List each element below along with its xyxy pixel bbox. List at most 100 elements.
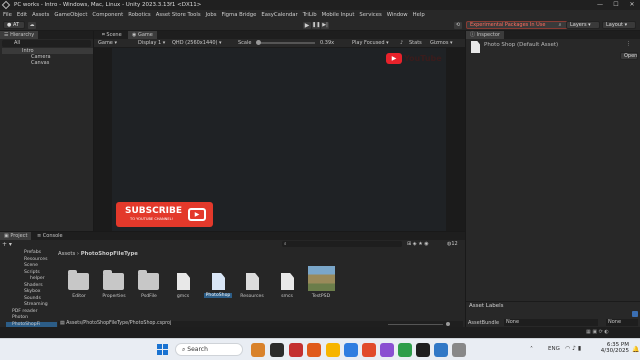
- breadcrumb-assets[interactable]: Assets: [58, 251, 75, 257]
- menu-edit[interactable]: Edit: [17, 12, 27, 18]
- language-indicator[interactable]: ENG: [548, 346, 560, 352]
- step-icon[interactable]: ▶|: [321, 22, 329, 29]
- tab-hierarchy[interactable]: ☰ Hierarchy: [0, 31, 39, 39]
- taskbar-app-icon[interactable]: [251, 343, 265, 357]
- taskbar-app-icon[interactable]: [326, 343, 340, 357]
- tab-project[interactable]: ▣ Project: [0, 232, 32, 240]
- subscribe-play-icon: ▶: [188, 208, 206, 221]
- folder-icon[interactable]: [103, 270, 124, 290]
- youtube-play-icon: ▶: [386, 53, 402, 64]
- menu-file[interactable]: File: [3, 12, 12, 18]
- project-search-input[interactable]: ⌕: [282, 241, 402, 247]
- hierarchy-search-input[interactable]: All: [2, 40, 91, 47]
- status-icons: ▦ ▣ ⟳ ◐: [586, 329, 609, 335]
- subscribe-subtext: TO YOUTUBE CHANNEL!: [130, 217, 174, 221]
- menu-mobile-input[interactable]: Mobile Input: [322, 12, 355, 18]
- project-tabbar: ▣ Project ≡ Console: [0, 232, 465, 240]
- account-button[interactable]: ● AT: [3, 21, 25, 29]
- label-tag-icon[interactable]: [632, 311, 638, 317]
- tab-game[interactable]: ◉ Game: [128, 31, 157, 39]
- asset-label-psdfile: PsdFile: [141, 294, 157, 299]
- menu-services[interactable]: Services: [359, 12, 381, 18]
- hierarchy-tabbar: ☰ Hierarchy: [0, 31, 93, 39]
- taskbar-app-icon[interactable]: [270, 343, 284, 357]
- selected-asset-path: Assets/PhotoShopFileType/PhotoShop.cspro…: [66, 321, 172, 326]
- taskbar-app-icon[interactable]: [398, 343, 412, 357]
- mute-icon[interactable]: ♪: [400, 39, 403, 47]
- menu-trilib[interactable]: TriLib: [303, 12, 317, 18]
- add-asset-icon[interactable]: + ▾: [2, 241, 12, 248]
- play-focused-dropdown[interactable]: Play Focused ▾: [352, 39, 389, 47]
- asset-grid: Editor Properties PsdFile gmcs PhotoShop…: [58, 260, 463, 318]
- taskbar-app-icon[interactable]: [452, 343, 466, 357]
- vscode-icon[interactable]: [434, 343, 448, 357]
- taskbar-search-box[interactable]: ⌕ Search: [175, 343, 243, 356]
- scale-slider-handle[interactable]: [256, 40, 261, 45]
- tab-inspector[interactable]: ⓘ Inspector: [466, 31, 504, 39]
- notification-bell-icon[interactable]: 🔔: [632, 346, 639, 353]
- file-icon[interactable]: [281, 273, 294, 290]
- tab-scene[interactable]: ⌗ Scene: [98, 31, 126, 39]
- hierarchy-item-canvas[interactable]: Canvas: [31, 60, 49, 66]
- resolution-dropdown[interactable]: QHD (2560x1440) ▾: [172, 39, 222, 47]
- folder-icon[interactable]: [138, 270, 159, 290]
- asset-label-smcs: smcs: [281, 294, 293, 299]
- game-view[interactable]: ▶ YouTube SUBSCRIBE TO YOUTUBE CHANNEL! …: [112, 48, 446, 231]
- folder-icon[interactable]: [68, 270, 89, 290]
- taskbar-app-icon[interactable]: [344, 343, 358, 357]
- file-icon[interactable]: [177, 273, 190, 290]
- main-toolbar: ● AT ☁ ▶ ❚❚ ▶| ⟲ Experimental Packages I…: [0, 19, 640, 31]
- menu-window[interactable]: Window: [387, 12, 408, 18]
- inspector-panel: ⓘ Inspector Photo Shop (Default Asset) ⋮…: [466, 31, 640, 327]
- minimize-button[interactable]: —: [592, 0, 608, 10]
- csproj-file-icon[interactable]: [212, 273, 225, 290]
- assetbundle-variant-dropdown[interactable]: None: [606, 319, 638, 326]
- play-icon[interactable]: ▶: [303, 22, 311, 29]
- taskbar-app-icon[interactable]: [289, 343, 303, 357]
- cloud-icon[interactable]: ☁: [28, 22, 36, 29]
- open-button[interactable]: Open: [620, 52, 638, 60]
- menu-easycalendar[interactable]: EasyCalendar: [261, 12, 297, 18]
- network-volume-battery-icons[interactable]: ◠ ♪ ▮: [565, 345, 581, 352]
- layout-dropdown[interactable]: Layout ▾: [602, 21, 636, 29]
- gizmos-toggle[interactable]: Gizmos ▾: [430, 39, 453, 47]
- menu-asset-store-tools[interactable]: Asset Store Tools: [156, 12, 201, 18]
- unity-taskbar-icon[interactable]: [416, 343, 430, 357]
- maximize-button[interactable]: ☐: [608, 0, 624, 10]
- youtube-wordmark: YouTube: [404, 54, 442, 63]
- windows-start-icon[interactable]: [157, 344, 168, 355]
- icon-size-slider-handle[interactable]: [446, 322, 450, 326]
- taskbar-app-icon[interactable]: [307, 343, 321, 357]
- menu-assets[interactable]: Assets: [32, 12, 49, 18]
- inspector-menu-icon[interactable]: ⋮: [626, 41, 631, 47]
- menu-figma-bridge[interactable]: Figma Bridge: [222, 12, 257, 18]
- menu-jobs[interactable]: Jobs: [206, 12, 217, 18]
- assetbundle-dropdown[interactable]: None: [504, 319, 598, 326]
- subscribe-banner: SUBSCRIBE TO YOUTUBE CHANNEL! ▶: [116, 202, 213, 227]
- tab-console[interactable]: ≡ Console: [33, 232, 67, 240]
- search-icon[interactable]: ⌕: [556, 22, 564, 29]
- filter-icons[interactable]: ⊞ ◈ ★ ◉: [407, 241, 429, 247]
- clock[interactable]: 6:35 PM 4/30/2025: [597, 342, 629, 354]
- taskbar-app-icon[interactable]: [380, 343, 394, 357]
- pause-icon[interactable]: ❚❚: [312, 22, 320, 29]
- menu-component[interactable]: Component: [92, 12, 123, 18]
- testpsd-thumbnail-image[interactable]: [308, 266, 335, 291]
- tray-chevron-icon[interactable]: ˄: [530, 346, 533, 353]
- resx-file-icon[interactable]: [246, 273, 259, 290]
- menu-robotics[interactable]: Robotics: [128, 12, 151, 18]
- history-icon[interactable]: ⟲: [454, 22, 462, 29]
- layers-dropdown[interactable]: Layers ▾: [566, 21, 600, 29]
- stats-toggle[interactable]: Stats: [409, 39, 422, 47]
- assetbundle-label: AssetBundle: [468, 320, 500, 326]
- chrome-icon[interactable]: [362, 343, 376, 357]
- display-dropdown[interactable]: Display 1 ▾: [138, 39, 165, 47]
- scale-slider[interactable]: [257, 42, 315, 44]
- breadcrumb-photoshopfiletype[interactable]: PhotoShopFileType: [81, 251, 138, 257]
- game-mode-dropdown[interactable]: Game ▾: [98, 39, 117, 47]
- asset-label-resources: Resources: [240, 294, 264, 299]
- menu-gameobject[interactable]: GameObject: [54, 12, 87, 18]
- menu-help[interactable]: Help: [413, 12, 425, 18]
- icon-size-slider[interactable]: [388, 324, 443, 325]
- close-button[interactable]: ✕: [624, 0, 640, 10]
